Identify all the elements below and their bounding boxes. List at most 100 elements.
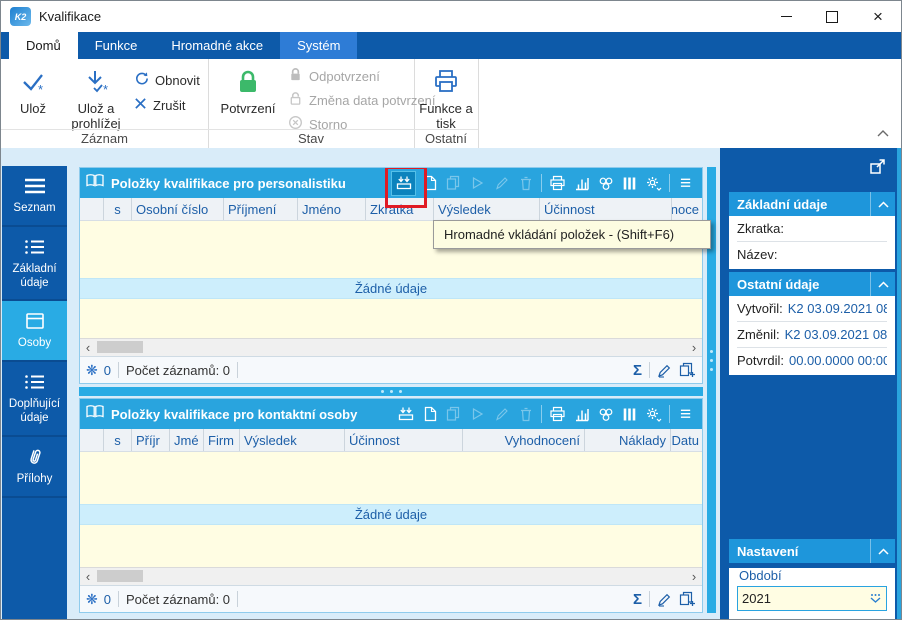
sidebar-item-osoby[interactable]: Osoby [2,301,67,363]
statusbar-separator [649,591,650,607]
quick-edit-icon[interactable] [657,363,672,378]
statusbar-separator [117,362,119,378]
bulk-insert-icon[interactable] [385,168,427,208]
period-input[interactable] [738,591,864,606]
collapse-ribbon-icon[interactable] [877,124,889,142]
scroll-thumb[interactable] [97,341,143,353]
column-header[interactable]: Účinnost [540,198,672,220]
column-header[interactable]: s [104,429,132,451]
snowflake-indicator-icon: ❋ [86,590,98,607]
tooltip: Hromadné vkládání položek - (Shift+F6) [433,220,711,249]
confirm-button[interactable]: Potvrzení [218,65,278,117]
panel-menu-icon[interactable]: ≡ [675,171,696,195]
collapse-section-icon[interactable] [870,539,895,563]
window-title: Kvalifikace [39,9,102,24]
functions-print-button[interactable]: Funkce a tisk [418,65,474,132]
cancel-button[interactable]: Zrušit [134,97,186,113]
close-button[interactable]: × [855,1,901,32]
column-header[interactable] [80,198,104,220]
panel-menu-icon[interactable]: ≡ [675,402,696,426]
field-row: Potvrdil: 00.00.0000 00:00:00 [737,353,887,368]
column-header[interactable]: Firm [204,429,240,451]
settings-gear-icon[interactable] [643,171,664,195]
print-icon[interactable] [547,402,568,426]
sum-icon[interactable]: Σ [633,591,642,608]
panel-kontaktni-osoby: Položky kvalifikace pro kontaktní osoby [79,398,703,613]
bulk-insert-icon[interactable] [395,402,416,426]
horizontal-splitter[interactable] [79,387,703,396]
column-header[interactable]: Výsledek [240,429,345,451]
copy-add-icon[interactable] [679,362,696,378]
sidebar-item-prilohy[interactable]: Přílohy [2,437,67,498]
tab-system[interactable]: Systém [280,32,358,59]
copy-add-icon[interactable] [679,591,696,607]
new-record-icon[interactable] [419,402,440,426]
quick-edit-icon[interactable] [657,592,672,607]
delete-icon [515,171,536,195]
scroll-right-arrow[interactable]: › [686,339,702,355]
print-icon[interactable] [547,171,568,195]
section-header[interactable]: Základní údaje [729,192,895,216]
column-header[interactable]: Příjmení [224,198,298,220]
save-button[interactable]: * Ulož [9,65,57,117]
save-and-view-button[interactable]: * Ulož a prohlížej [63,65,129,132]
column-header[interactable]: Vyhodnocení [463,429,585,451]
chart-icon[interactable] [571,402,592,426]
related-records-icon[interactable] [595,402,616,426]
panel1-toolbar: ≡ [385,168,696,208]
column-header[interactable]: Jméno [298,198,366,220]
section-header[interactable]: Nastavení [729,539,895,563]
column-header[interactable]: Příjr [132,429,170,451]
column-header[interactable]: Vyhodnoce [672,198,702,220]
related-records-icon[interactable] [595,171,616,195]
column-header[interactable]: Náklady [585,429,671,451]
scroll-left-arrow[interactable]: ‹ [80,568,96,584]
panel2-header: Položky kvalifikace pro kontaktní osoby [80,399,702,429]
sidebar-item-zakladni-udaje[interactable]: Základní údaje [2,227,67,302]
panel1-hscrollbar[interactable]: ‹ › [80,338,702,356]
sum-icon[interactable]: Σ [633,362,642,379]
maximize-button[interactable] [809,1,855,32]
undock-icon[interactable] [869,157,887,180]
column-header[interactable]: Datu [671,429,702,451]
sidebar-item-seznam[interactable]: Seznam [2,166,67,227]
lock-green-icon [233,65,263,99]
scroll-thumb[interactable] [97,570,143,582]
column-header[interactable]: Zkratka [366,198,434,220]
save-view-arrow-icon: * [82,65,110,99]
period-dropdown-icon[interactable] [864,587,886,610]
columns-icon[interactable] [619,402,640,426]
detail-list-icon [24,235,46,259]
column-header[interactable]: s [104,198,132,220]
unconfirm-button: Odpotvrzení [288,67,380,85]
settings-gear-icon[interactable] [643,402,664,426]
toolbar-separator [669,174,670,192]
ribbon-group-stav: Potvrzení Odpotvrzení Změna data potvrze… [208,59,435,148]
column-header[interactable]: Jmé [170,429,204,451]
panel1-title: Položky kvalifikace pro personalistiku [111,175,346,191]
columns-icon[interactable] [619,171,640,195]
new-record-icon[interactable] [419,171,440,195]
sidebar-item-doplnujici-udaje[interactable]: Doplňující údaje [2,362,67,437]
lock-open-icon [288,91,303,109]
sidebar-edge-strip [897,148,901,619]
column-header[interactable]: Osobní číslo [132,198,224,220]
panel1-column-headers: s Osobní číslo Příjmení Jméno Zkratka Vý… [80,198,702,221]
tab-hromadne-akce[interactable]: Hromadné akce [154,32,280,59]
refresh-icon [134,71,149,89]
panel2-hscrollbar[interactable]: ‹ › [80,567,702,585]
tab-funkce[interactable]: Funkce [78,32,155,59]
column-header[interactable]: Účinnost [345,429,463,451]
collapse-section-icon[interactable] [870,192,895,216]
chart-icon[interactable] [571,171,592,195]
tab-domu[interactable]: Domů [9,32,78,59]
collapse-section-icon[interactable] [870,272,895,296]
refresh-button[interactable]: Obnovit [134,71,200,89]
column-header[interactable] [80,429,104,451]
panel2-body[interactable]: Žádné údaje [80,452,702,567]
section-header[interactable]: Ostatní údaje [729,272,895,296]
scroll-left-arrow[interactable]: ‹ [80,339,96,355]
scroll-right-arrow[interactable]: › [686,568,702,584]
minimize-button[interactable] [763,1,809,32]
column-header[interactable]: Výsledek [434,198,540,220]
